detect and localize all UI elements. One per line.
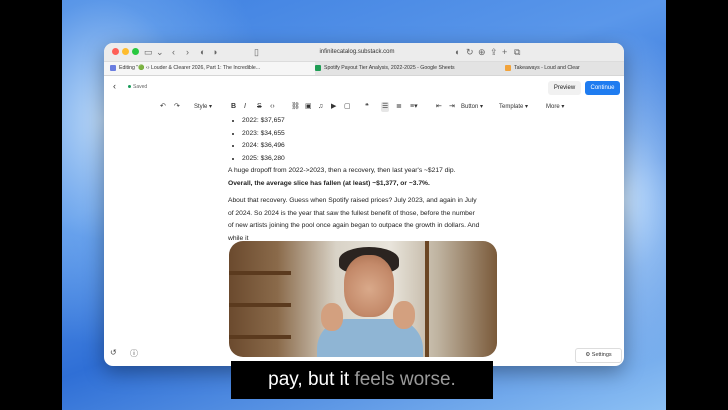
sidebar-icon[interactable]: ▭ <box>144 46 153 58</box>
forward-arrow-icon[interactable]: › <box>186 46 189 58</box>
back-arrow-icon[interactable]: ‹ <box>172 46 175 58</box>
person-head <box>344 255 394 317</box>
bookshelf-shelf <box>229 335 291 339</box>
button-dropdown[interactable]: Button ▾ <box>461 102 483 112</box>
new-tab-icon[interactable]: + <box>502 46 507 58</box>
italic-icon[interactable]: I <box>244 102 246 112</box>
list-item: 2025: $36,280 <box>242 153 500 166</box>
tab-editing[interactable]: Editing "🟢 ‹› Louder & Clearer 2026, Par… <box>104 62 315 75</box>
template-dropdown[interactable]: Template ▾ <box>499 102 528 112</box>
info-icon[interactable]: ⓘ <box>130 348 138 359</box>
list-item: 2023: $34,655 <box>242 128 500 141</box>
list-item: 2024: $36,496 <box>242 140 500 153</box>
formatting-toolbar: ↶ ↷ Style ▾ B I S ‹› ⛓ ▣ ♫ ▶ ▢ ❝ ☰ ≣ ≡▾ … <box>104 100 624 114</box>
right-hand <box>393 301 415 329</box>
page-icon: ▯ <box>254 47 259 57</box>
paragraph: About that recovery. Guess when Spotify … <box>228 195 500 245</box>
numbered-list-icon[interactable]: ≣ <box>396 102 402 112</box>
tab-google-sheets[interactable]: Spotify Payout Tier Analysis, 2022-2025 … <box>309 62 505 75</box>
style-dropdown[interactable]: Style ▾ <box>194 102 212 112</box>
shield-icon[interactable]: ◐ <box>200 46 205 58</box>
video-caption: pay, but it feels worse. <box>231 361 493 399</box>
saved-label: Saved <box>133 84 148 90</box>
link-icon[interactable]: ⛓ <box>291 102 300 112</box>
saved-dot-icon <box>128 85 131 89</box>
webcam-overlay <box>229 241 497 357</box>
tab-overview-icon[interactable]: ⧉ <box>514 46 520 58</box>
list-item: 2022: $37,657 <box>242 115 500 128</box>
cabinet-edge <box>425 241 429 357</box>
title-bar: ▭ ⌄ ‹ › ◐ ◑ ▯ infinitecatalog.substack.c… <box>104 43 624 62</box>
bookshelf-shelf <box>229 271 291 275</box>
strikethrough-icon[interactable]: S <box>257 102 262 112</box>
style-label: Style <box>194 104 208 110</box>
continue-button[interactable]: Continue <box>585 81 620 95</box>
settings-label: Settings <box>591 352 612 358</box>
indent-icon[interactable]: ⇥ <box>449 102 455 112</box>
share-icon[interactable]: ⇪ <box>490 46 498 58</box>
video-icon[interactable]: ▶ <box>331 102 336 112</box>
bookshelf-shelf <box>229 303 291 307</box>
paragraph-line: About that recovery. Guess when Spotify … <box>228 197 477 204</box>
outdent-icon[interactable]: ⇤ <box>436 102 442 112</box>
saved-status: Saved <box>128 84 147 90</box>
paragraph-line: of 2024. So 2024 is the year that saw th… <box>228 209 475 217</box>
caption-spoken: pay, but it <box>268 369 355 390</box>
align-icon[interactable]: ≡▾ <box>410 102 418 112</box>
caption-upcoming: feels worse. <box>354 369 456 390</box>
zoom-window-button[interactable] <box>132 48 139 55</box>
image-icon[interactable]: ▣ <box>305 102 312 112</box>
speaker-icon[interactable]: ◖ <box>454 46 459 58</box>
paragraph-text: A huge dropoff from 2022->2023, then a r… <box>228 167 456 174</box>
quote-icon[interactable]: ❝ <box>365 102 369 112</box>
editor-header: ‹ Saved Preview Continue <box>104 76 624 98</box>
template-label: Template <box>499 104 524 110</box>
download-icon[interactable]: ⊕ <box>478 46 486 58</box>
post-body[interactable]: 2022: $37,657 2023: $34,655 2024: $36,49… <box>228 115 500 250</box>
substack-favicon-icon <box>110 64 116 71</box>
paragraph: A huge dropoff from 2022->2023, then a r… <box>228 165 500 190</box>
preview-button[interactable]: Preview <box>548 81 581 95</box>
redo-icon[interactable]: ↷ <box>174 102 180 112</box>
doc-favicon-icon <box>505 64 511 71</box>
tab-label: Editing "🟢 ‹› Louder & Clearer 2026, Par… <box>119 65 261 71</box>
sheets-favicon-icon <box>315 64 321 71</box>
tab-bar: Editing "🟢 ‹› Louder & Clearer 2026, Par… <box>104 62 624 76</box>
extension-icon[interactable]: ◑ <box>212 46 217 58</box>
audio-icon[interactable]: ♫ <box>318 102 323 112</box>
tab-label: Takeaways - Loud and Clear <box>514 65 580 71</box>
undo-icon[interactable]: ↶ <box>160 102 166 112</box>
address-bar[interactable]: infinitecatalog.substack.com <box>262 46 452 58</box>
back-icon[interactable]: ‹ <box>113 81 116 91</box>
settings-button[interactable]: ⚙ Settings <box>575 348 622 363</box>
more-label: More <box>546 104 560 110</box>
chevron-down-icon[interactable]: ⌄ <box>156 46 164 58</box>
paragraph-bold-text: Overall, the average slice has fallen (a… <box>228 179 430 187</box>
comment-icon[interactable]: ▢ <box>344 102 351 112</box>
left-hand <box>321 303 343 331</box>
reload-icon[interactable]: ↻ <box>466 46 474 58</box>
more-dropdown[interactable]: More ▾ <box>546 102 564 112</box>
tab-takeaways[interactable]: Takeaways - Loud and Clear <box>499 62 624 75</box>
bold-icon[interactable]: B <box>231 102 236 112</box>
minimize-window-button[interactable] <box>122 48 129 55</box>
tab-label: Spotify Payout Tier Analysis, 2022-2025 … <box>324 65 455 71</box>
close-window-button[interactable] <box>112 48 119 55</box>
yearly-list: 2022: $37,657 2023: $34,655 2024: $36,49… <box>228 115 500 165</box>
paragraph-line: of new artists joining the pool once aga… <box>228 222 480 229</box>
code-icon[interactable]: ‹› <box>270 102 275 112</box>
history-icon[interactable]: ↺ <box>110 348 117 357</box>
button-label: Button <box>461 104 479 110</box>
bullet-list-icon[interactable]: ☰ <box>381 102 390 112</box>
